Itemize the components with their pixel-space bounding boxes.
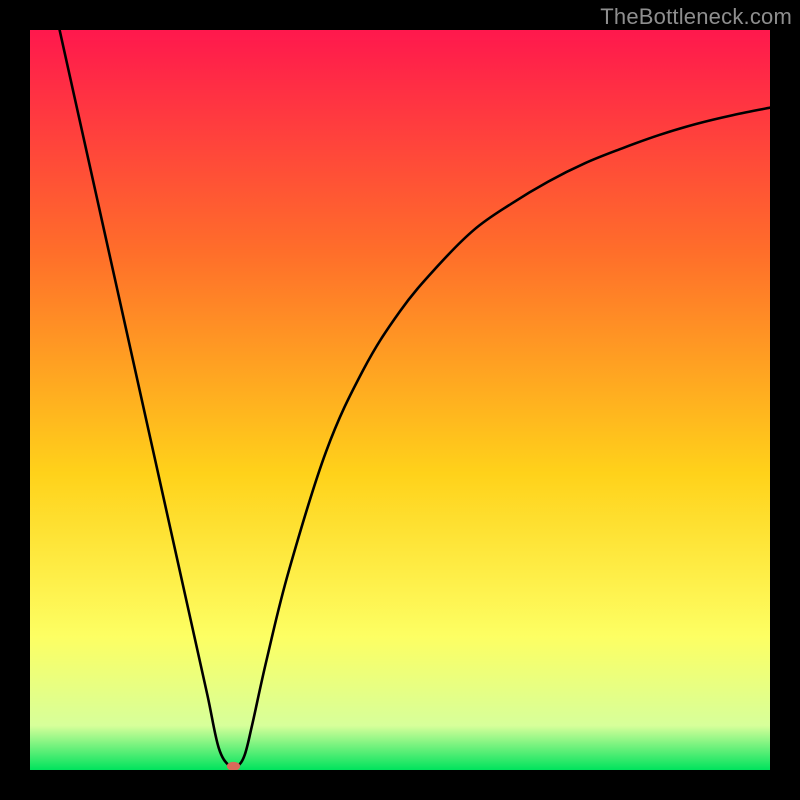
watermark-text: TheBottleneck.com	[600, 4, 792, 30]
gradient-background	[30, 30, 770, 770]
chart-frame: TheBottleneck.com	[0, 0, 800, 800]
plot-area	[30, 30, 770, 770]
